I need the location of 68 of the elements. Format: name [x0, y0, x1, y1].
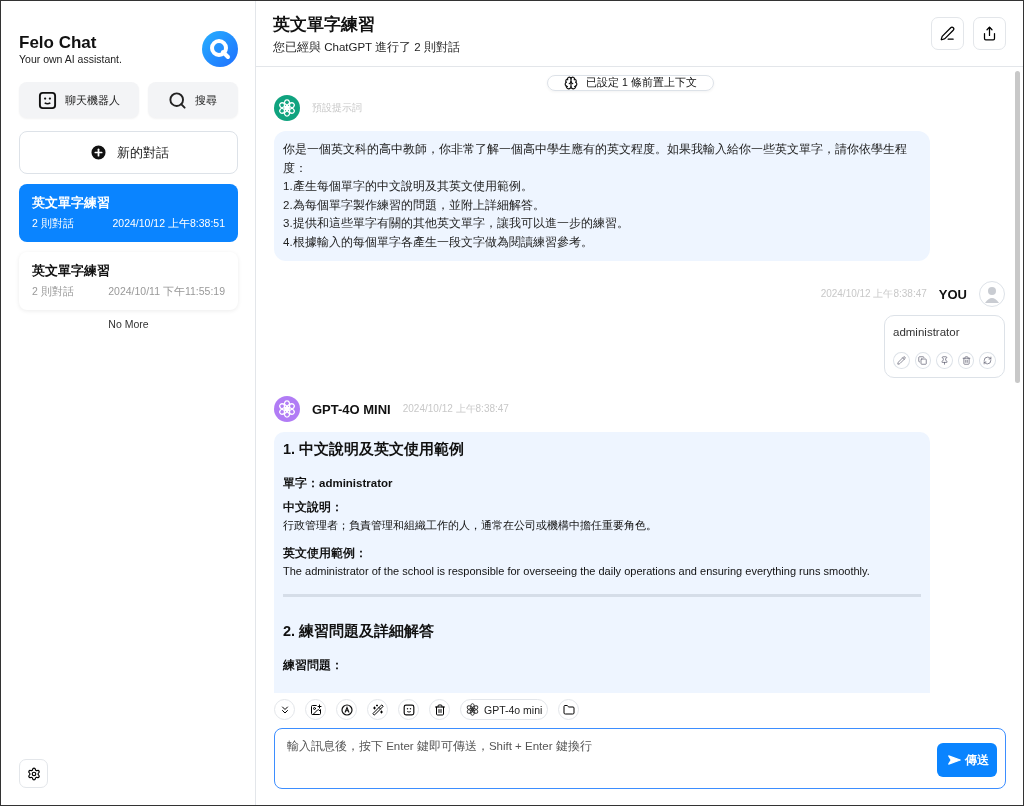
answer-label: 單字：administrator [283, 475, 394, 491]
answer-heading: 1. 中文說明及英文使用範例 [283, 440, 466, 459]
scrollbar[interactable] [1015, 71, 1020, 383]
trash-icon [961, 356, 971, 365]
prompt-line: 3.提供和這些單字有關的其他英文單字，讓我可以進一步的練習。 [283, 216, 630, 231]
chatbot-button[interactable]: 聊天機器人 [19, 82, 139, 118]
conversation-title: 英文單字練習 [32, 263, 111, 280]
plus-icon [88, 143, 108, 162]
answer-heading: 2. 練習問題及詳細解答 [283, 622, 436, 641]
folder-button[interactable] [558, 699, 580, 720]
pin-button[interactable] [936, 352, 953, 369]
image-plus-icon [309, 703, 322, 716]
answer-text: 行政管理者；負責管理和組織工作的人，通常在公司或機構中擔任重要角色。 [283, 518, 658, 533]
pencil-icon [896, 356, 906, 365]
brain-icon [564, 76, 579, 90]
letter-circle-icon [340, 703, 353, 716]
message-input[interactable]: 輸入訊息後，按下 Enter 鍵即可傳送，Shift + Enter 鍵換行 傳送 [274, 728, 1006, 789]
settings-button[interactable] [19, 759, 48, 788]
conversation-time: 2024/10/11 下午11:55:19 [108, 285, 225, 299]
message-count: 2 則對話 [32, 217, 74, 231]
answer-label: 英文使用範例： [283, 546, 368, 561]
folder-icon [562, 703, 575, 716]
share-button[interactable] [973, 17, 1006, 50]
chat-title: 英文單字練習 [273, 13, 376, 36]
prompt-line: 1.產生每個單字的中文說明及其英文使用範例。 [283, 179, 534, 194]
app-logo [202, 31, 238, 67]
mask-button[interactable] [398, 699, 419, 720]
sender-name: YOU [938, 286, 967, 302]
prompt-line: 4.根據輸入的每個單字各產生一段文字做為閱讀練習參考。 [283, 234, 594, 250]
refresh-icon [983, 356, 993, 365]
bot-face-icon [37, 90, 57, 110]
user-avatar [979, 281, 1005, 307]
send-button[interactable]: 傳送 [937, 743, 997, 777]
answer-label: 中文說明： [283, 500, 344, 515]
collapse-button[interactable] [274, 699, 295, 720]
answer-text: The administrator of the school is responsible for overseeing the daily operations and ensuring everything runs smoothly. [283, 564, 871, 579]
end-note: No More [107, 318, 150, 330]
pen-icon [940, 26, 955, 41]
copy-icon [918, 356, 928, 365]
conversation-title: 英文單字練習 [32, 195, 111, 212]
message-text: administrator [893, 326, 961, 338]
message-count: 2 則對話 [32, 285, 74, 299]
clear-button[interactable] [429, 699, 450, 720]
settings-icon [26, 766, 41, 781]
translate-button[interactable] [336, 699, 357, 720]
model-selector[interactable]: GPT-4o mini [460, 699, 549, 720]
bot-face-icon [402, 703, 415, 716]
wand-icon [371, 703, 384, 716]
app-title: Felo Chat [19, 33, 98, 53]
conversation-time: 2024/10/12 上午8:38:51 [112, 217, 225, 231]
prompt-line: 2.為每個單字製作練習的問題，並附上詳細解答。 [283, 197, 546, 213]
conversation-item[interactable]: 英文單字練習 2 則對話 2024/10/11 下午11:55:19 [19, 252, 238, 310]
sender-name: GPT-4O MINI [312, 401, 391, 417]
pin-icon [940, 356, 949, 365]
knot-logo-icon [466, 703, 479, 716]
magic-button[interactable] [367, 699, 388, 720]
search-button[interactable]: 搜尋 [147, 82, 238, 118]
app-subtitle: Your own AI assistant. [19, 53, 122, 65]
search-icon [168, 90, 188, 110]
chat-subtitle: 您已經與 ChatGPT 進行了 2 則對話 [273, 39, 460, 55]
rename-button[interactable] [931, 17, 964, 50]
prompt-line: 你是一個英文科的高中教師，你非常了解一個高中學生應有的英文程度。如果我輸入給你一些英文單字，請你依學生程度： [283, 142, 908, 176]
trash-icon [433, 703, 446, 716]
new-chat-button[interactable]: 新的對話 [19, 131, 238, 174]
image-button[interactable] [305, 699, 326, 720]
answer-label: 練習問題： [283, 658, 344, 673]
conversation-item[interactable]: 英文單字練習 2 則對話 2024/10/12 上午8:38:51 [19, 184, 238, 242]
share-icon [982, 26, 997, 41]
